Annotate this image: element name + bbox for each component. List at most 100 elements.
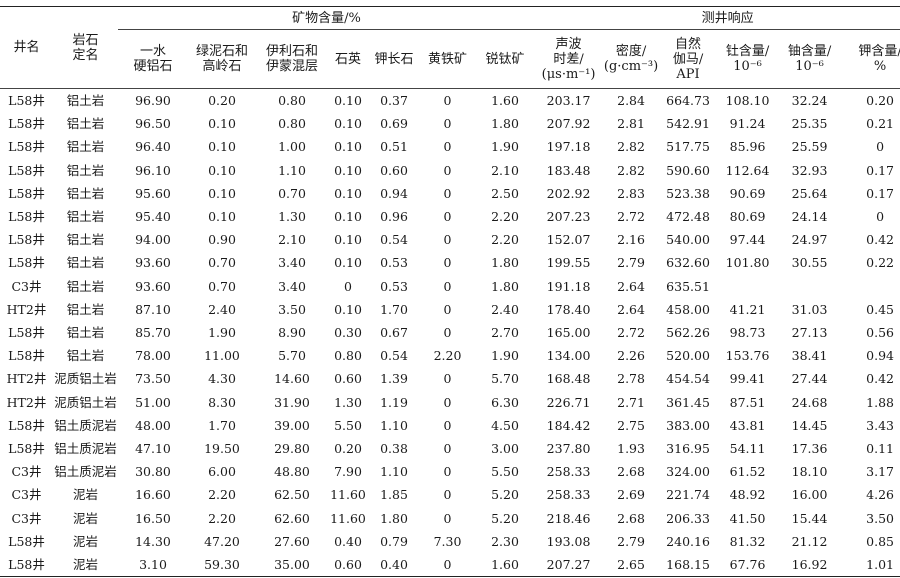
value-cell: 153.76: [725, 348, 770, 364]
value-cell: 0.96: [380, 209, 408, 225]
well-cell: L58井: [8, 441, 45, 457]
value-cell: 1.80: [491, 278, 519, 294]
value-cell: 2.16: [617, 232, 645, 248]
value-cell: 3.00: [491, 441, 519, 457]
value-cell: 0.53: [380, 278, 408, 294]
value-cell: 0.10: [208, 139, 236, 155]
value-cell: 1.80: [491, 116, 519, 132]
value-cell: 3.50: [278, 301, 306, 317]
value-cell: 207.92: [546, 116, 591, 132]
value-cell: 1.70: [380, 301, 408, 317]
value-cell: 2.84: [617, 93, 645, 108]
value-cell: 237.80: [546, 441, 591, 457]
well-cell: L58井: [8, 348, 45, 364]
header-rock-line2: 定名: [72, 47, 99, 63]
value-cell: 41.21: [729, 301, 766, 317]
value-cell: 2.81: [617, 116, 645, 132]
value-cell: 258.33: [546, 464, 591, 480]
value-cell: 98.73: [729, 325, 766, 341]
value-cell: 361.45: [666, 394, 710, 410]
value-cell: 1.30: [334, 394, 362, 410]
value-cell: 47.20: [204, 533, 240, 549]
value-cell: 2.64: [617, 301, 645, 317]
value-cell: 0: [443, 464, 452, 480]
value-cell: 2.20: [208, 487, 236, 503]
rock-name-cell: 铝土岩: [66, 209, 105, 225]
table-row: C3井 泥岩 16.60 2.20 62.50 11.60 1.85 0 5.20 258.33 2…: [0, 483, 900, 506]
value-cell: 0.70: [208, 278, 236, 294]
value-cell: 3.10: [118, 553, 188, 578]
value-cell: 454.54: [666, 371, 710, 387]
value-cell: 47.10: [135, 441, 171, 457]
rock-name-cell: 泥岩: [53, 553, 118, 578]
well-cell: HT2井: [6, 371, 47, 387]
value-cell: 87.51: [729, 394, 766, 410]
value-cell: 383.00: [666, 417, 710, 433]
value-cell: 0: [876, 139, 885, 155]
value-cell: 632.60: [666, 255, 710, 271]
value-cell: 0.22: [866, 255, 894, 271]
value-cell: 0: [443, 209, 452, 225]
value-cell: [716, 275, 779, 298]
value-cell: 0: [344, 278, 352, 294]
value-cell: 191.18: [546, 278, 591, 294]
column-header-line: 一水: [139, 44, 166, 59]
value-cell: 11.00: [204, 348, 240, 364]
value-cell: 0.54: [380, 348, 408, 364]
value-cell: 2.78: [617, 371, 645, 387]
value-cell: 0.70: [208, 255, 236, 271]
value-cell: 29.80: [274, 441, 310, 457]
value-cell: 0.60: [334, 371, 362, 387]
value-cell: 0.85: [866, 533, 894, 549]
value-cell: 38.41: [791, 348, 828, 364]
value-cell: 0.17: [866, 162, 894, 178]
value-cell: 101.80: [725, 255, 770, 271]
column-header-line: 密度/: [615, 44, 647, 59]
value-cell: 168.15: [660, 553, 717, 578]
column-header-line: 10⁻⁶: [733, 59, 762, 74]
value-cell: 67.76: [716, 553, 780, 578]
column-header-line: 硬铝石: [133, 59, 173, 74]
value-cell: 0.20: [334, 441, 362, 457]
value-cell: 1.90: [491, 348, 519, 364]
value-cell: 0: [443, 325, 452, 341]
column-header-line: (μs·m⁻¹): [541, 66, 596, 82]
value-cell: 3.43: [866, 417, 894, 433]
value-cell: 1.80: [380, 510, 408, 526]
table-row: C3井 泥岩 16.50 2.20 62.60 11.60 1.80 0 5.20 218.46 2…: [0, 507, 900, 530]
value-cell: 0.54: [380, 232, 408, 248]
column-header-line: 声波: [555, 36, 582, 52]
value-cell: 218.46: [546, 510, 591, 526]
value-cell: 32.93: [791, 162, 828, 178]
column-header-line: 绿泥石和: [195, 44, 248, 59]
column-header: 密度/(g·cm⁻³): [602, 29, 661, 89]
value-cell: 4.50: [491, 417, 519, 433]
value-cell: 4.26: [866, 487, 894, 503]
value-cell: 517.75: [666, 139, 710, 155]
value-cell: 31.90: [274, 394, 310, 410]
value-cell: 73.50: [135, 371, 171, 387]
column-header-line: 10⁻⁶: [795, 59, 824, 74]
value-cell: 30.55: [791, 255, 828, 271]
rock-name-cell: 铝土岩: [66, 232, 105, 248]
header-well: 井名: [0, 6, 53, 89]
value-cell: 51.00: [135, 394, 171, 410]
table-row: L58井 铝土岩 78.00 11.00 5.70 0.80 0.54 2.20 1.90 134…: [0, 344, 900, 367]
value-cell: 95.60: [135, 185, 171, 201]
value-cell: 1.10: [380, 417, 408, 433]
value-cell: 93.60: [135, 255, 171, 271]
value-cell: 59.30: [188, 553, 256, 578]
table-row: L58井 铝土岩 93.60 0.70 3.40 0.10 0.53 0 1.80 199.55 2…: [0, 251, 900, 274]
value-cell: 6.30: [491, 394, 519, 410]
well-cell: L58井: [8, 325, 45, 341]
value-cell: 542.91: [666, 116, 710, 132]
value-cell: 0.10: [334, 301, 362, 317]
value-cell: 178.40: [546, 301, 591, 317]
well-cell: C3井: [11, 510, 42, 526]
table-header: 井名 岩石 定名 矿物含量/% 测井响应 一水 硬铝石 绿泥石和 高岭石 伊利石和 伊蒙混层…: [0, 6, 900, 89]
value-cell: 0.80: [278, 93, 306, 108]
value-cell: 0.10: [334, 255, 362, 271]
value-cell: 0.20: [208, 93, 236, 108]
value-cell: 316.95: [666, 441, 710, 457]
column-header-line: 石英: [334, 51, 361, 67]
